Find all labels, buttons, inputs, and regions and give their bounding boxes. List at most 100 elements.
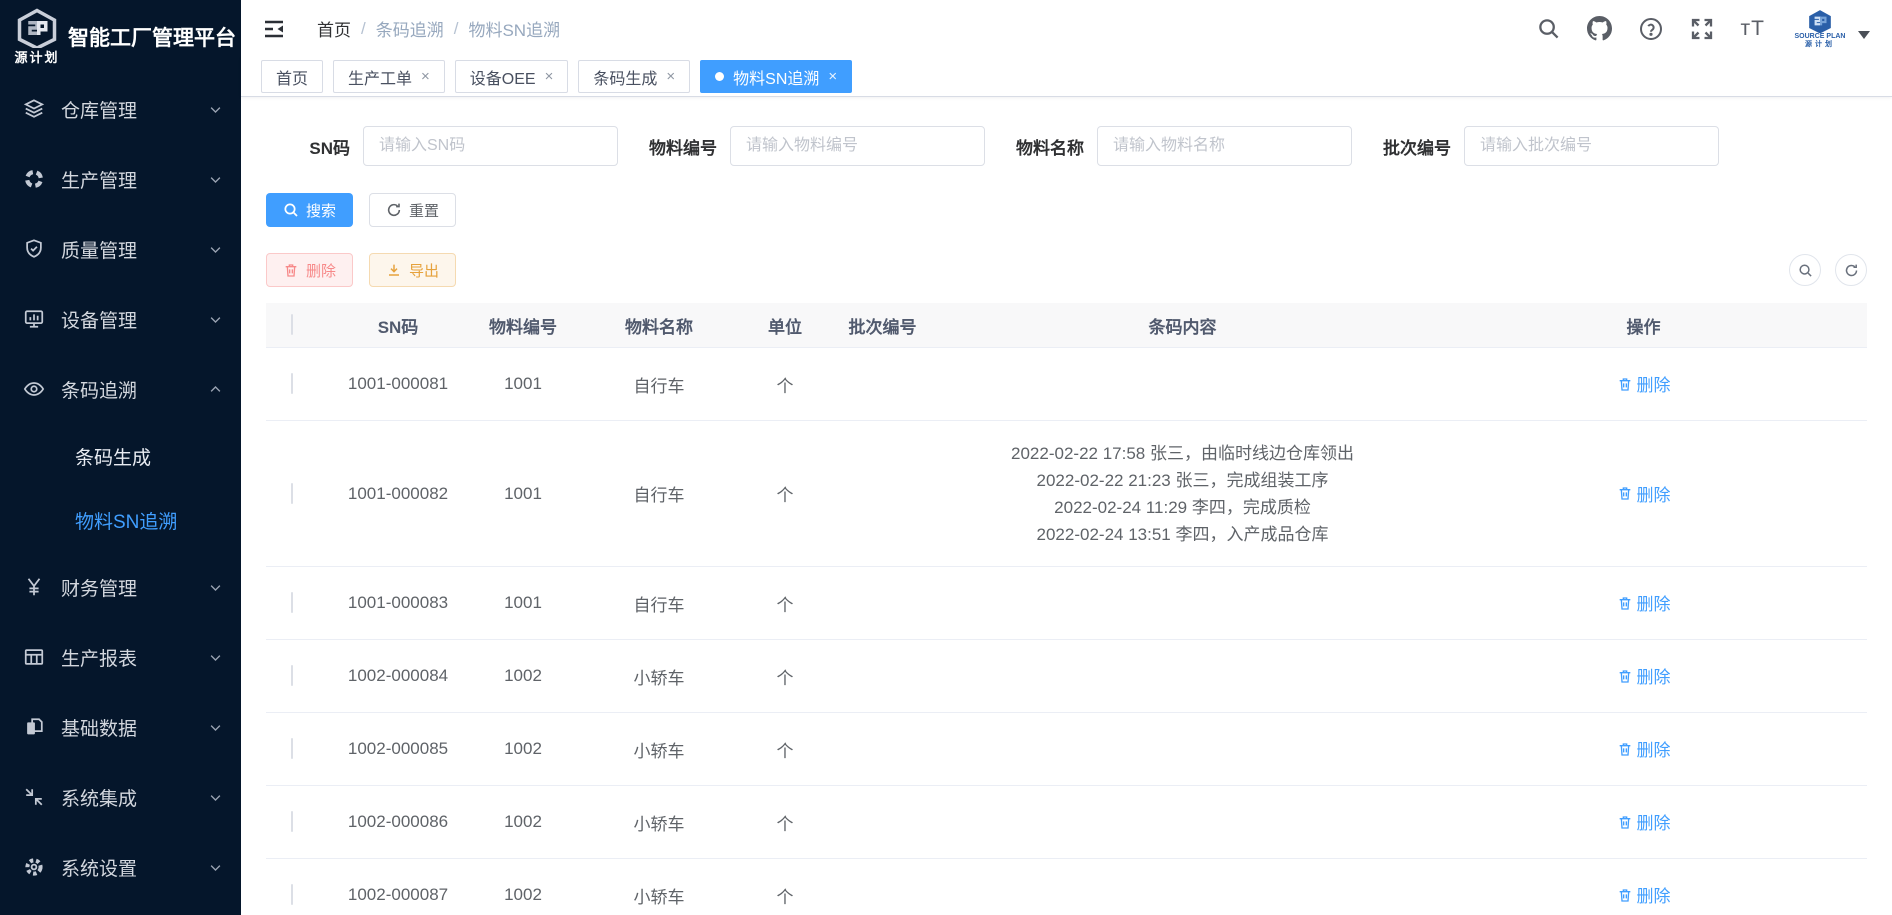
row-delete-button[interactable]: 删除	[1617, 481, 1671, 506]
tab-item[interactable]: 生产工单×	[333, 60, 445, 93]
form-field-input[interactable]	[730, 126, 985, 166]
refresh-icon[interactable]	[1835, 254, 1867, 286]
barcode-content-cell	[945, 818, 1420, 826]
table-body: 1001-0000811001自行车个删除1001-0000821001自行车个…	[266, 348, 1867, 915]
tab-close-icon[interactable]: ×	[421, 69, 430, 84]
sidebar-item[interactable]: 质量管理	[0, 214, 241, 284]
sidebar-item[interactable]: 仓库管理	[0, 74, 241, 144]
row-delete-button[interactable]: 删除	[1617, 663, 1671, 688]
export-button[interactable]: 导出	[369, 253, 456, 287]
table-row: 1001-0000821001自行车个2022-02-22 17:58 张三，由…	[266, 421, 1867, 567]
table-header-row: SN码物料编号物料名称单位批次编号条码内容操作	[266, 303, 1867, 348]
sidebar-subitem[interactable]: 物料SN追溯	[0, 488, 241, 552]
sidebar-item[interactable]: 条码追溯	[0, 354, 241, 424]
material-name-cell: 自行车	[568, 477, 750, 510]
barcode-content-line: 2022-02-24 13:51 李四，入产成品仓库	[951, 521, 1414, 548]
sidebar-item[interactable]: 监控平台	[0, 902, 241, 915]
row-delete-label: 删除	[1637, 663, 1671, 688]
sidebar-logo-row: 源计划 智能工厂管理平台	[0, 0, 241, 70]
material-code-cell: 1001	[478, 480, 568, 508]
unit-cell: 个	[750, 587, 820, 620]
search-button[interactable]: 搜索	[266, 193, 353, 227]
user-avatar[interactable]: SOURCE PLAN 源计划	[1792, 9, 1870, 48]
row-checkbox[interactable]	[291, 884, 293, 905]
sidebar-item-label: 生产报表	[61, 644, 208, 671]
row-checkbox[interactable]	[291, 592, 293, 613]
help-icon[interactable]	[1639, 17, 1663, 41]
github-icon[interactable]	[1587, 16, 1612, 41]
tab-close-icon[interactable]: ×	[545, 69, 554, 84]
sidebar-item[interactable]: 设备管理	[0, 284, 241, 354]
barcode-content-cell	[945, 380, 1420, 388]
table-header-cell: 操作	[1420, 309, 1867, 342]
batch-cell	[820, 380, 945, 388]
font-size-icon[interactable]: тT	[1741, 17, 1765, 41]
tab-item[interactable]: 首页	[261, 60, 323, 93]
form-field: 批次编号	[1367, 126, 1719, 166]
row-checkbox-cell	[266, 735, 318, 763]
sidebar-item[interactable]: 财务管理	[0, 552, 241, 622]
tab-close-icon[interactable]: ×	[828, 69, 837, 84]
sidebar-subitem-label: 物料SN追溯	[75, 507, 177, 534]
reset-button-label: 重置	[409, 200, 439, 221]
material-code-cell: 1002	[478, 881, 568, 909]
select-all-checkbox[interactable]	[291, 314, 293, 335]
sidebar-item[interactable]: 系统设置	[0, 832, 241, 902]
row-checkbox[interactable]	[291, 373, 293, 394]
row-delete-label: 删除	[1637, 481, 1671, 506]
barcode-content-line: 2022-02-22 17:58 张三，由临时线边仓库领出	[951, 440, 1414, 467]
sidebar-menu: 仓库管理生产管理质量管理设备管理条码追溯条码生成物料SN追溯财务管理生产报表基础…	[0, 74, 241, 915]
warehouse-icon	[22, 97, 46, 121]
search-icon[interactable]	[1537, 17, 1560, 40]
sidebar-item[interactable]: 生产报表	[0, 622, 241, 692]
toggle-search-icon[interactable]	[1789, 254, 1821, 286]
chevron-up-icon	[208, 382, 223, 397]
barcode-content-line: 2022-02-22 21:23 张三，完成组装工序	[951, 467, 1414, 494]
integration-icon	[22, 785, 46, 809]
row-delete-button[interactable]: 删除	[1617, 809, 1671, 834]
row-delete-label: 删除	[1637, 736, 1671, 761]
tab-active[interactable]: 物料SN追溯 ×	[700, 60, 852, 93]
barcode-content-cell	[945, 599, 1420, 607]
sidebar-subitem[interactable]: 条码生成	[0, 424, 241, 488]
tab-label: 物料SN追溯	[733, 65, 819, 89]
brand-logo-text: 源计划	[10, 47, 64, 66]
form-field: 物料编号	[633, 126, 985, 166]
quality-icon	[22, 237, 46, 261]
fullscreen-icon[interactable]	[1690, 17, 1714, 41]
production-icon	[22, 167, 46, 191]
finance-icon	[22, 575, 46, 599]
tab-item[interactable]: 设备OEE×	[455, 60, 569, 93]
row-delete-button[interactable]: 删除	[1617, 882, 1671, 907]
tab-item[interactable]: 条码生成×	[578, 60, 690, 93]
sidebar-subitem-label: 条码生成	[75, 443, 151, 470]
breadcrumb-item[interactable]: 首页	[317, 16, 351, 41]
delete-button[interactable]: 删除	[266, 253, 353, 287]
row-checkbox-cell	[266, 480, 318, 508]
sidebar-item-label: 系统集成	[61, 784, 208, 811]
form-field-input[interactable]	[1464, 126, 1719, 166]
sidebar-item[interactable]: 基础数据	[0, 692, 241, 762]
sidebar-item-label: 系统设置	[61, 854, 208, 881]
row-delete-button[interactable]: 删除	[1617, 736, 1671, 761]
row-checkbox[interactable]	[291, 738, 293, 759]
row-checkbox-cell	[266, 662, 318, 690]
material-name-cell: 小轿车	[568, 733, 750, 766]
reset-button[interactable]: 重置	[369, 193, 456, 227]
row-delete-button[interactable]: 删除	[1617, 590, 1671, 615]
row-delete-button[interactable]: 删除	[1617, 371, 1671, 396]
sidebar-item[interactable]: 生产管理	[0, 144, 241, 214]
sidebar-fold-icon[interactable]	[261, 17, 287, 41]
row-checkbox[interactable]	[291, 665, 293, 686]
form-field-input[interactable]	[1097, 126, 1352, 166]
tab-close-icon[interactable]: ×	[666, 69, 675, 84]
material-name-cell: 小轿车	[568, 879, 750, 912]
table-header-cell: 条码内容	[945, 309, 1420, 342]
table-row: 1001-0000831001自行车个删除	[266, 567, 1867, 640]
form-field-input[interactable]	[363, 126, 618, 166]
sidebar-item[interactable]: 系统集成	[0, 762, 241, 832]
chevron-down-icon	[208, 720, 223, 735]
operation-cell: 删除	[1420, 659, 1867, 693]
row-checkbox[interactable]	[291, 811, 293, 832]
row-checkbox[interactable]	[291, 483, 293, 504]
